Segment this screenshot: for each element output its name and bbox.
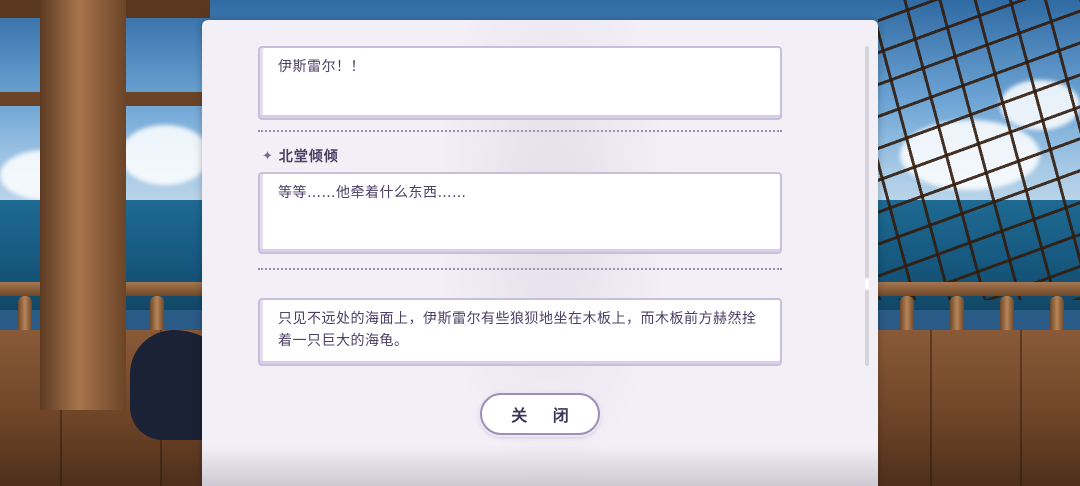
plank-line <box>930 330 932 486</box>
sparkle-icon: ✦ <box>262 148 273 164</box>
entry-divider <box>258 130 782 132</box>
scrollbar-thumb[interactable] <box>865 278 869 290</box>
dialog-bubble: 伊斯雷尔！！ <box>258 46 782 120</box>
log-entry: 伊斯雷尔！！ <box>258 46 782 120</box>
dialog-bubble: 等等……他牵着什么东西…… <box>258 172 782 254</box>
scrollbar-track[interactable] <box>865 46 869 366</box>
dialog-text: 伊斯雷尔！！ <box>278 59 365 75</box>
cloud <box>120 125 210 185</box>
close-button[interactable]: 关 闭 <box>480 393 600 435</box>
rigging-net <box>878 0 1080 300</box>
entry-divider <box>258 268 782 270</box>
log-entry: 只见不远处的海面上，伊斯雷尔有些狼狈地坐在木板上，而木板前方赫然拴着一只巨大的海… <box>258 298 782 366</box>
speaker-name: 北堂倾倾 <box>278 149 339 165</box>
log-entry: ✦ 北堂倾倾 等等……他牵着什么东西…… <box>258 146 782 254</box>
plank-line <box>1020 330 1022 486</box>
dialog-log-panel: 伊斯雷尔！！ ✦ 北堂倾倾 等等……他牵着什么东西…… 只见不远处的海面上，伊斯… <box>202 20 878 486</box>
panel-bottom-fade <box>202 446 878 486</box>
wooden-pillar <box>40 0 126 410</box>
dialog-text: 只见不远处的海面上，伊斯雷尔有些狼狈地坐在木板上，而木板前方赫然拴着一只巨大的海… <box>278 311 757 349</box>
speaker-label: ✦ 北堂倾倾 <box>262 146 782 166</box>
dialog-bubble: 只见不远处的海面上，伊斯雷尔有些狼狈地坐在木板上，而木板前方赫然拴着一只巨大的海… <box>258 298 782 366</box>
dialog-text: 等等……他牵着什么东西…… <box>278 185 467 201</box>
